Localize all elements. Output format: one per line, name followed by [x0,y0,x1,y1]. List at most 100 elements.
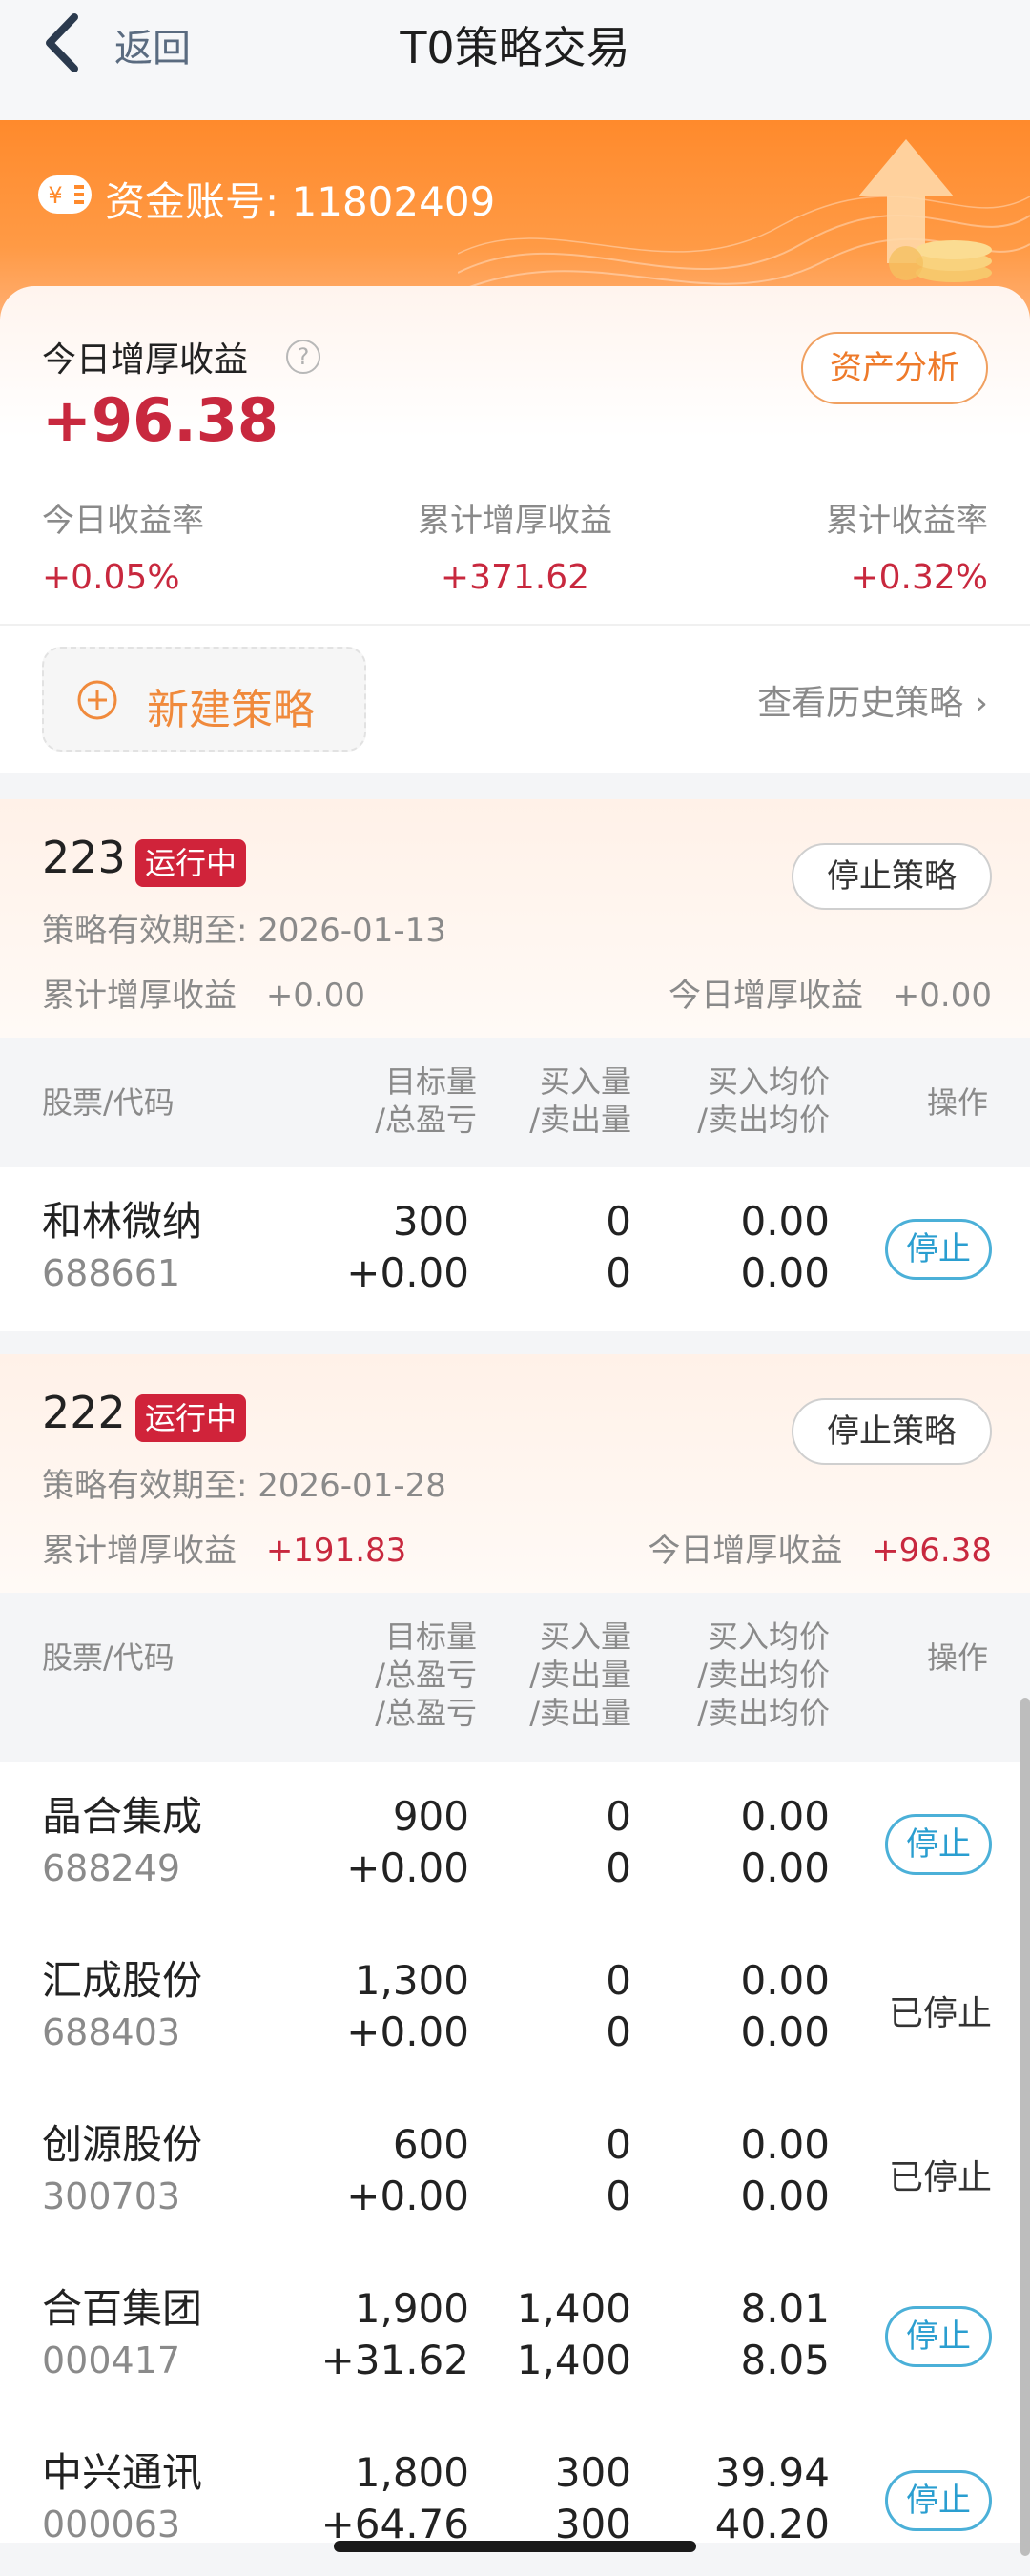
col-op: 操作 [926,1084,988,1121]
col-target-line2: /总盈亏 [375,1657,477,1693]
strategy-card: 223 运行中 停止策略 策略有效期至: 2026-01-13 累计增厚收益 +… [0,799,1030,1331]
sell-qty: 300 [554,2501,631,2543]
stock-code: 688661 [42,1252,181,1294]
stock-cell: 合百集团 000417 [42,2283,202,2386]
stock-cell: 汇成股份 688403 [42,1955,202,2058]
strategy-id: 222 [42,1387,126,1438]
home-indicator[interactable] [334,2541,696,2552]
buy-qty: 0 [606,1198,631,1245]
cumulative-gain-value: +191.83 [265,1532,407,1570]
stat-cumulative-rate: 累计收益率 +0.32% [826,494,988,597]
table-row[interactable]: 汇成股份 688403 1,300 +0.00 00 0.00 0.00 已停止 [0,1927,1030,2091]
stock-name: 中兴通讯 [42,2449,203,2496]
qty-cell: 1,400 1,400 [517,2283,631,2386]
action-row: 新建策略 查看历史策略 › [0,624,1030,773]
col-target-line2: /总盈亏 [375,1102,477,1138]
table-row[interactable]: 和林微纳 688661 300 +0.00 00 0.00 0.00 停止 [0,1167,1030,1331]
col-op: 操作 [926,1639,988,1676]
sell-price: 0.00 [740,2173,830,2219]
buy-qty: 300 [554,2449,631,2496]
buy-qty: 0 [606,1957,631,2004]
today-gain-label: 今日增厚收益 [648,1532,843,1570]
strategy-expiry: 策略有效期至: 2026-01-13 [42,912,446,950]
today-gain-value: +0.00 [892,977,992,1015]
stock-cell: 和林微纳 688661 [42,1196,202,1299]
stock-name: 和林微纳 [42,1198,203,1245]
buy-qty: 0 [606,2121,631,2168]
buy-qty: 1,400 [516,2285,631,2332]
target-qty: 300 [392,1198,469,1245]
qty-cell: 00 [606,2119,631,2222]
stop-button[interactable]: 停止 [885,1219,992,1280]
today-gain-value: +96.38 [872,1532,992,1570]
col-target: 目标量/总盈亏 [375,1062,477,1139]
sell-price: 8.05 [740,2337,830,2383]
stop-strategy-button[interactable]: 停止策略 [792,843,992,910]
stock-name: 合百集团 [42,2285,203,2332]
table-row[interactable]: 创源股份 300703 600 +0.00 00 0.00 0.00 已停止 [0,2091,1030,2255]
target-cell: 1,300 +0.00 [346,1955,469,2058]
table-header: 股票/代码 目标量/总盈亏 买入量/卖出量 买入均价/卖出均价 操作 [0,1038,1030,1167]
buy-price: 0.00 [740,1957,830,2004]
stock-code: 000063 [42,2504,181,2543]
price-cell: 39.94 40.20 [715,2447,830,2543]
price-cell: 0.00 0.00 [740,1791,830,1894]
sell-price: 0.00 [740,1249,830,1296]
col-target-line1: 目标量 [384,1063,477,1100]
table-row[interactable]: 合百集团 000417 1,900 +31.62 1,400 1,400 8.01 8.… [0,2255,1030,2419]
strategy-header: 222 运行中 停止策略 策略有效期至: 2026-01-28 累计增厚收益 +… [0,1354,1030,1593]
total-pnl: +0.00 [346,1249,469,1296]
stat-label: 累计收益率 [826,502,988,540]
strategy-id: 223 [42,832,126,883]
table-row[interactable]: 晶合集成 688249 900 +0.00 00 0.00 0.00 停止 [0,1762,1030,1927]
qty-cell: 00 [606,1955,631,2058]
buy-price: 8.01 [740,2285,830,2332]
sell-price: 40.20 [714,2501,830,2543]
buy-price: 0.00 [740,1198,830,1245]
stock-code: 688249 [42,1847,181,1889]
table-row[interactable]: 中兴通讯 000063 1,800 +64.76 300 300 39.94 40.20… [0,2419,1030,2543]
target-cell: 600 +0.00 [346,2119,469,2222]
cumulative-gain-label: 累计增厚收益 [42,1532,237,1570]
price-cell: 0.00 0.00 [740,1196,830,1299]
table-header: 股票/代码 目标量/总盈亏/总盈亏 买入量/卖出量/卖出量 买入均价/卖出均价 /… [0,1593,1030,1762]
total-pnl: +0.00 [346,1844,469,1891]
col-price-line1: 买入均价 [707,1618,830,1655]
col-price-line1: 买入均价 [707,1063,830,1100]
scrollbar[interactable] [1020,1698,1030,2556]
buy-qty: 0 [606,1793,631,1840]
nav-bar: 返回 T0策略交易 [0,0,1030,120]
stock-name: 汇成股份 [42,1957,203,2004]
stop-strategy-button[interactable]: 停止策略 [792,1398,992,1465]
plus-circle-icon [77,680,117,720]
stat-today-rate: 今日收益率 +0.05% [42,494,204,597]
stop-button[interactable]: 停止 [885,1814,992,1875]
account-number: 资金账号: 11802409 [105,178,496,225]
sell-qty: 0 [606,2009,631,2055]
stop-button[interactable]: 停止 [885,2470,992,2531]
target-qty: 900 [392,1793,469,1840]
today-gain-value: +96.38 [42,385,279,455]
stop-button[interactable]: 停止 [885,2306,992,2367]
total-pnl: +0.00 [346,2173,469,2219]
stopped-label: 已停止 [888,2158,992,2197]
col-buy: 买入量/卖出量/卖出量 [529,1618,631,1732]
cumulative-gain-label: 累计增厚收益 [42,977,237,1015]
new-strategy-label: 新建策略 [147,686,315,734]
col-buy-line2: /卖出量 [529,1102,631,1138]
col-stock: 股票/代码 [42,1084,175,1121]
status-badge: 运行中 [135,839,247,887]
col-buy-line2: /卖出量 [529,1657,631,1693]
stock-cell: 创源股份 300703 [42,2119,202,2222]
target-qty: 600 [392,2121,469,2168]
new-strategy-button[interactable]: 新建策略 [42,647,366,752]
total-pnl: +31.62 [320,2337,469,2383]
qty-cell: 300 300 [555,2447,631,2543]
asset-analysis-button[interactable]: 资产分析 [801,332,988,404]
history-strategies-link[interactable]: 查看历史策略 › [757,675,988,725]
col-buy-line1: 买入量 [539,1063,631,1100]
stat-label: 累计增厚收益 [418,502,612,540]
col-price: 买入均价/卖出均价 [697,1062,830,1139]
help-icon[interactable]: ? [286,340,320,374]
status-badge: 运行中 [135,1394,247,1442]
